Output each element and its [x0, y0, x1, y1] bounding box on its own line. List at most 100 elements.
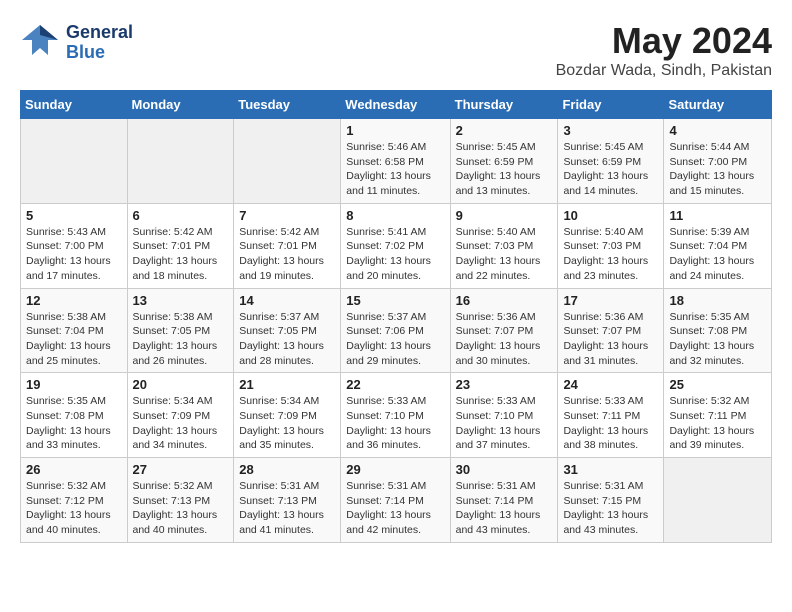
day-info: Sunrise: 5:44 AM Sunset: 7:00 PM Dayligh… — [669, 140, 766, 199]
day-number: 12 — [26, 293, 122, 308]
calendar-day-29: 29Sunrise: 5:31 AM Sunset: 7:14 PM Dayli… — [341, 458, 450, 543]
calendar-week-row: 26 Sunrise: 5:32 AM Sunset: 7:12 PM Dayli… — [21, 458, 772, 543]
calendar-day-18: 18 Sunrise: 5:35 AM Sunset: 7:08 PM Dayli… — [664, 288, 772, 373]
day-number: 4 — [669, 123, 766, 138]
weekday-header-tuesday: Tuesday — [234, 91, 341, 119]
day-info: Sunrise: 5:32 AM Sunset: 7:13 PM Dayligh… — [133, 479, 229, 538]
day-number: 18 — [669, 293, 766, 308]
day-number: 24 — [563, 377, 658, 392]
day-info: Sunrise: 5:46 AM Sunset: 6:58 PM Dayligh… — [346, 140, 444, 199]
calendar-day-8: 8 Sunrise: 5:41 AM Sunset: 7:02 PM Daylig… — [341, 203, 450, 288]
day-number: 20 — [133, 377, 229, 392]
day-info: Sunrise: 5:41 AM Sunset: 7:02 PM Dayligh… — [346, 225, 444, 284]
calendar-day-empty — [234, 119, 341, 204]
calendar-day-11: 11Sunrise: 5:39 AM Sunset: 7:04 PM Dayli… — [664, 203, 772, 288]
day-number: 8 — [346, 208, 444, 223]
day-number: 1 — [346, 123, 444, 138]
calendar-day-21: 21 Sunrise: 5:34 AM Sunset: 7:09 PM Dayli… — [234, 373, 341, 458]
day-number: 9 — [456, 208, 553, 223]
day-number: 21 — [239, 377, 335, 392]
day-info: Sunrise: 5:35 AM Sunset: 7:08 PM Dayligh… — [669, 310, 766, 369]
calendar-day-7: 7 Sunrise: 5:42 AM Sunset: 7:01 PM Daylig… — [234, 203, 341, 288]
day-info: Sunrise: 5:31 AM Sunset: 7:14 PM Dayligh… — [456, 479, 553, 538]
calendar-day-30: 30 Sunrise: 5:31 AM Sunset: 7:14 PM Dayli… — [450, 458, 558, 543]
day-number: 27 — [133, 462, 229, 477]
calendar-day-16: 16Sunrise: 5:36 AM Sunset: 7:07 PM Dayli… — [450, 288, 558, 373]
day-number: 10 — [563, 208, 658, 223]
day-info: Sunrise: 5:33 AM Sunset: 7:10 PM Dayligh… — [456, 394, 553, 453]
logo-bird-icon — [20, 20, 60, 65]
weekday-header-saturday: Saturday — [664, 91, 772, 119]
day-number: 13 — [133, 293, 229, 308]
calendar-day-3: 3Sunrise: 5:45 AM Sunset: 6:59 PM Daylig… — [558, 119, 664, 204]
day-info: Sunrise: 5:45 AM Sunset: 6:59 PM Dayligh… — [456, 140, 553, 199]
calendar-day-27: 27 Sunrise: 5:32 AM Sunset: 7:13 PM Dayli… — [127, 458, 234, 543]
day-number: 26 — [26, 462, 122, 477]
calendar-day-22: 22 Sunrise: 5:33 AM Sunset: 7:10 PM Dayli… — [341, 373, 450, 458]
location: Bozdar Wada, Sindh, Pakistan — [556, 62, 772, 80]
page-header: General Blue May 2024 Bozdar Wada, Sindh… — [20, 20, 772, 80]
day-info: Sunrise: 5:34 AM Sunset: 7:09 PM Dayligh… — [133, 394, 229, 453]
day-number: 3 — [563, 123, 658, 138]
day-number: 22 — [346, 377, 444, 392]
logo: General Blue — [20, 20, 133, 65]
day-number: 15 — [346, 293, 444, 308]
day-info: Sunrise: 5:33 AM Sunset: 7:10 PM Dayligh… — [346, 394, 444, 453]
day-number: 17 — [563, 293, 658, 308]
calendar-day-15: 15 Sunrise: 5:37 AM Sunset: 7:06 PM Dayli… — [341, 288, 450, 373]
calendar-day-12: 12 Sunrise: 5:38 AM Sunset: 7:04 PM Dayli… — [21, 288, 128, 373]
calendar-day-17: 17 Sunrise: 5:36 AM Sunset: 7:07 PM Dayli… — [558, 288, 664, 373]
day-info: Sunrise: 5:42 AM Sunset: 7:01 PM Dayligh… — [133, 225, 229, 284]
day-info: Sunrise: 5:37 AM Sunset: 7:06 PM Dayligh… — [346, 310, 444, 369]
title-section: May 2024 Bozdar Wada, Sindh, Pakistan — [556, 20, 772, 80]
day-info: Sunrise: 5:33 AM Sunset: 7:11 PM Dayligh… — [563, 394, 658, 453]
day-info: Sunrise: 5:32 AM Sunset: 7:12 PM Dayligh… — [26, 479, 122, 538]
calendar-day-10: 10 Sunrise: 5:40 AM Sunset: 7:03 PM Dayli… — [558, 203, 664, 288]
calendar-day-24: 24 Sunrise: 5:33 AM Sunset: 7:11 PM Dayli… — [558, 373, 664, 458]
calendar-day-empty — [127, 119, 234, 204]
calendar-day-23: 23 Sunrise: 5:33 AM Sunset: 7:10 PM Dayli… — [450, 373, 558, 458]
day-info: Sunrise: 5:42 AM Sunset: 7:01 PM Dayligh… — [239, 225, 335, 284]
day-info: Sunrise: 5:40 AM Sunset: 7:03 PM Dayligh… — [456, 225, 553, 284]
calendar-day-2: 2 Sunrise: 5:45 AM Sunset: 6:59 PM Daylig… — [450, 119, 558, 204]
calendar-day-empty — [21, 119, 128, 204]
day-number: 14 — [239, 293, 335, 308]
day-info: Sunrise: 5:32 AM Sunset: 7:11 PM Dayligh… — [669, 394, 766, 453]
calendar-day-26: 26 Sunrise: 5:32 AM Sunset: 7:12 PM Dayli… — [21, 458, 128, 543]
calendar-week-row: 1 Sunrise: 5:46 AM Sunset: 6:58 PM Daylig… — [21, 119, 772, 204]
calendar-day-1: 1 Sunrise: 5:46 AM Sunset: 6:58 PM Daylig… — [341, 119, 450, 204]
calendar-week-row: 5Sunrise: 5:43 AM Sunset: 7:00 PM Daylig… — [21, 203, 772, 288]
day-number: 19 — [26, 377, 122, 392]
day-number: 30 — [456, 462, 553, 477]
weekday-header-thursday: Thursday — [450, 91, 558, 119]
weekday-header-sunday: Sunday — [21, 91, 128, 119]
day-number: 7 — [239, 208, 335, 223]
calendar-day-20: 20 Sunrise: 5:34 AM Sunset: 7:09 PM Dayli… — [127, 373, 234, 458]
day-number: 2 — [456, 123, 553, 138]
day-info: Sunrise: 5:36 AM Sunset: 7:07 PM Dayligh… — [563, 310, 658, 369]
day-number: 25 — [669, 377, 766, 392]
calendar-day-5: 5Sunrise: 5:43 AM Sunset: 7:00 PM Daylig… — [21, 203, 128, 288]
calendar-day-6: 6Sunrise: 5:42 AM Sunset: 7:01 PM Daylig… — [127, 203, 234, 288]
calendar-day-empty — [664, 458, 772, 543]
month-title: May 2024 — [556, 20, 772, 62]
day-info: Sunrise: 5:40 AM Sunset: 7:03 PM Dayligh… — [563, 225, 658, 284]
day-number: 23 — [456, 377, 553, 392]
weekday-header-friday: Friday — [558, 91, 664, 119]
day-info: Sunrise: 5:37 AM Sunset: 7:05 PM Dayligh… — [239, 310, 335, 369]
calendar-day-28: 28Sunrise: 5:31 AM Sunset: 7:13 PM Dayli… — [234, 458, 341, 543]
weekday-header-monday: Monday — [127, 91, 234, 119]
calendar-week-row: 12 Sunrise: 5:38 AM Sunset: 7:04 PM Dayli… — [21, 288, 772, 373]
day-info: Sunrise: 5:43 AM Sunset: 7:00 PM Dayligh… — [26, 225, 122, 284]
calendar-day-9: 9 Sunrise: 5:40 AM Sunset: 7:03 PM Daylig… — [450, 203, 558, 288]
day-info: Sunrise: 5:38 AM Sunset: 7:04 PM Dayligh… — [26, 310, 122, 369]
calendar-day-25: 25 Sunrise: 5:32 AM Sunset: 7:11 PM Dayli… — [664, 373, 772, 458]
day-number: 11 — [669, 208, 766, 223]
logo-text: General Blue — [66, 23, 133, 63]
day-info: Sunrise: 5:31 AM Sunset: 7:15 PM Dayligh… — [563, 479, 658, 538]
day-info: Sunrise: 5:34 AM Sunset: 7:09 PM Dayligh… — [239, 394, 335, 453]
weekday-header-wednesday: Wednesday — [341, 91, 450, 119]
calendar-day-14: 14 Sunrise: 5:37 AM Sunset: 7:05 PM Dayli… — [234, 288, 341, 373]
day-info: Sunrise: 5:36 AM Sunset: 7:07 PM Dayligh… — [456, 310, 553, 369]
calendar-day-19: 19Sunrise: 5:35 AM Sunset: 7:08 PM Dayli… — [21, 373, 128, 458]
